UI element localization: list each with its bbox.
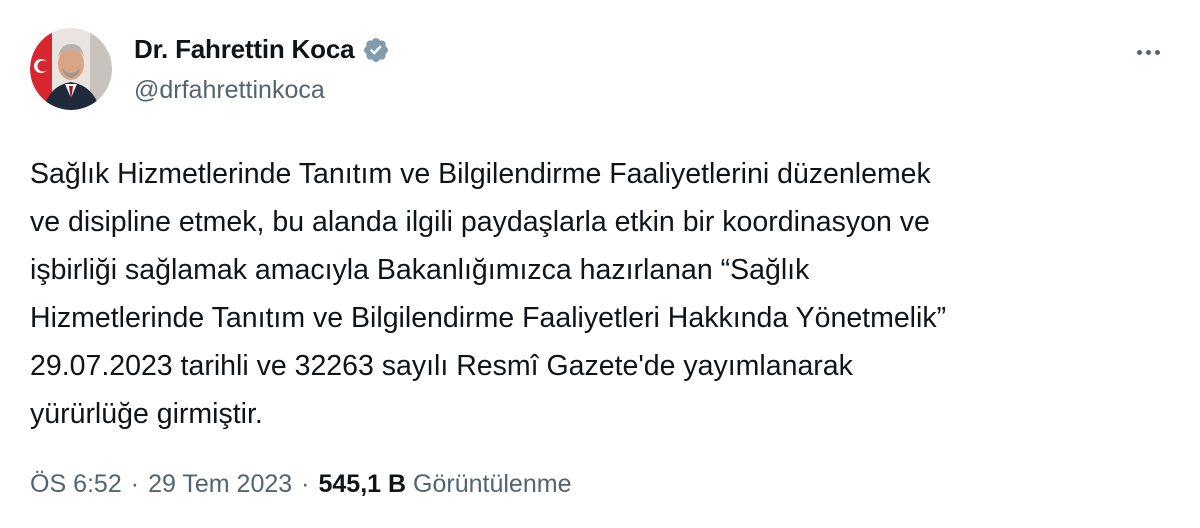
author-name[interactable]: Dr. Fahrettin Koca bbox=[134, 34, 355, 65]
author-handle[interactable]: @drfahrettinkoca bbox=[134, 76, 325, 105]
tweet-text: Sağlık Hizmetlerinde Tanıtım ve Bilgilen… bbox=[30, 158, 947, 430]
tweet-meta: ÖS 6:52 · 29 Tem 2023 · 545,1 B Görüntül… bbox=[30, 470, 571, 499]
views-label[interactable]: Görüntülenme bbox=[413, 470, 571, 499]
avatar[interactable] bbox=[30, 28, 112, 110]
meta-separator: · bbox=[130, 470, 140, 498]
more-horizontal-icon[interactable] bbox=[1128, 40, 1168, 64]
views-count[interactable]: 545,1 B bbox=[318, 470, 406, 499]
tweet-time[interactable]: ÖS 6:52 bbox=[30, 470, 122, 499]
tweet-date[interactable]: 29 Tem 2023 bbox=[148, 470, 292, 499]
tweet-card: Dr. Fahrettin Koca @drfahrettinkoca Sağl… bbox=[0, 0, 1200, 528]
author-name-row: Dr. Fahrettin Koca bbox=[134, 34, 390, 65]
meta-separator: · bbox=[301, 470, 310, 498]
verified-badge-icon[interactable] bbox=[362, 36, 390, 64]
